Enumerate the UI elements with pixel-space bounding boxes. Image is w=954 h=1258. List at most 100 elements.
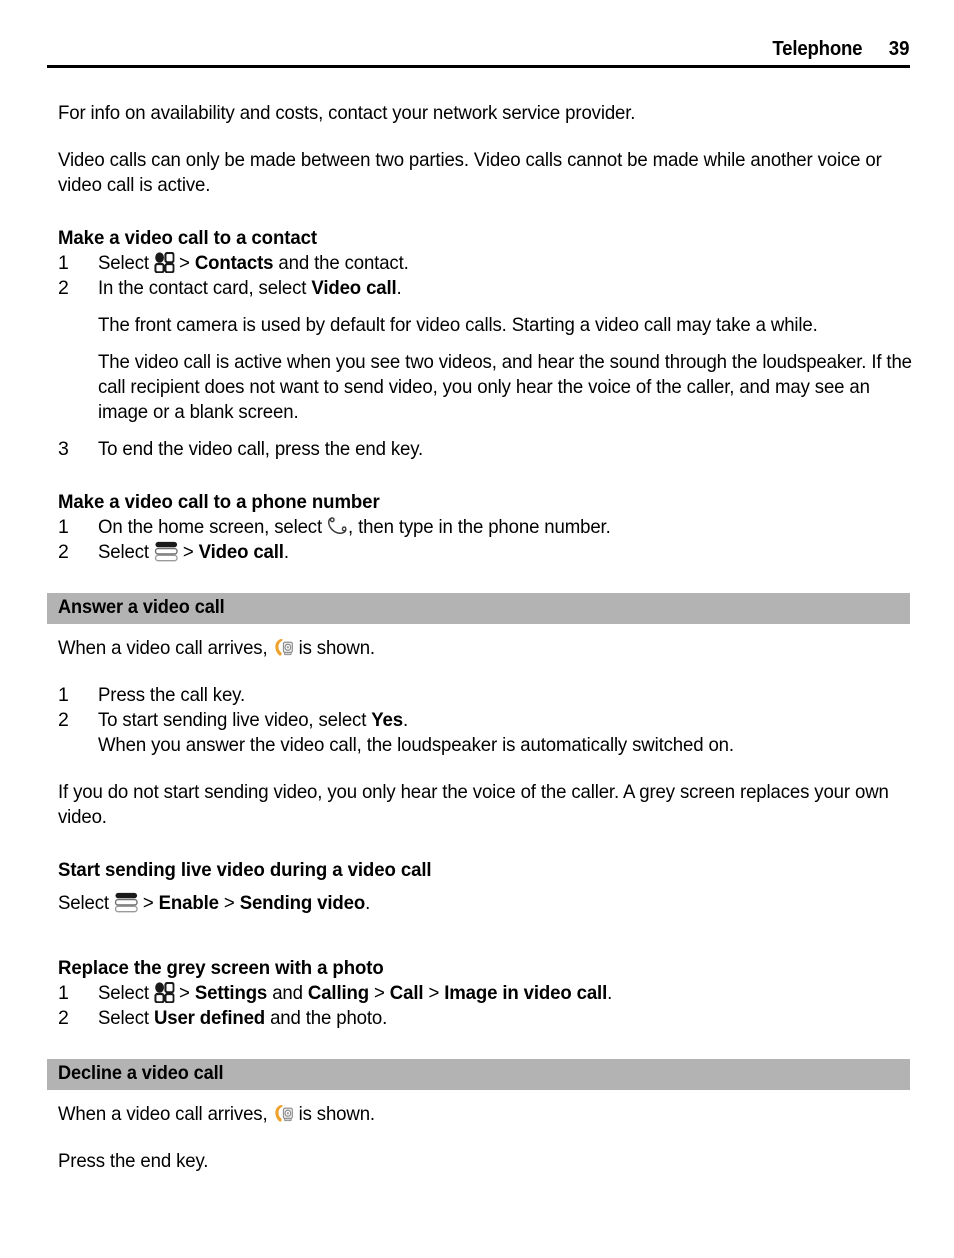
select-label: Select	[58, 892, 109, 914]
step-lead: On the home screen, select	[98, 516, 323, 538]
step-separator: >	[179, 982, 190, 1004]
step-separator: >	[374, 982, 385, 1004]
step-text: In the contact card, select Video call.	[98, 276, 910, 301]
step-number: 3	[58, 438, 69, 460]
step-text: Select > Settings and Calling > Call > I…	[98, 981, 910, 1006]
options-menu-icon	[154, 541, 178, 562]
header-content: Telephone 39	[769, 38, 910, 61]
note-video-call-active: The video call is active when you see tw…	[58, 350, 912, 425]
note-text: The front camera is used by default for …	[98, 314, 818, 336]
ui-term-settings: Settings	[194, 982, 268, 1004]
step-text: Select > Video call.	[98, 540, 910, 565]
ui-term-call: Call	[389, 982, 424, 1004]
step-separator: >	[428, 982, 440, 1004]
step-item: 2 Select User defined and the photo.	[58, 1006, 910, 1031]
step-item: 2 In the contact card, select Video call…	[58, 276, 910, 301]
step-tail: and the contact.	[278, 252, 409, 274]
step-tail: .	[396, 277, 402, 299]
manual-page: Telephone 39 For info on availability an…	[0, 0, 954, 1258]
heading-video-call-to-contact: Make a video call to a contact	[58, 227, 317, 249]
step-tail: .	[402, 709, 409, 731]
step-number: 2	[58, 541, 69, 563]
step-separator: >	[179, 252, 190, 274]
live-video-instruction: Select > Enable > Sending video.	[58, 891, 910, 916]
step-lead: To start sending live video, select	[98, 709, 367, 731]
step-text: To start sending live video, select Yes.	[98, 708, 910, 733]
step-text: Select User defined and the photo.	[98, 1006, 910, 1031]
ui-term-calling: Calling	[307, 982, 369, 1004]
intro-tail: is shown.	[298, 637, 375, 659]
step-text: Select > Contacts and the contact.	[98, 251, 910, 276]
step-number: 2	[58, 1007, 69, 1029]
phone-handset-icon	[327, 516, 348, 536]
page-content: For info on availability and costs, cont…	[47, 101, 912, 1174]
ui-term-yes: Yes	[371, 709, 403, 731]
note-text: The video call is active when you see tw…	[98, 351, 912, 423]
step-tail: .	[607, 982, 613, 1004]
step-tail: , then type in the phone number.	[348, 516, 611, 538]
section-band-answer-video-call: Answer a video call	[47, 593, 910, 624]
step-item: 2 Select > Video call.	[58, 540, 910, 565]
note-loudspeaker: When you answer the video call, the loud…	[58, 733, 910, 758]
section-band-decline-video-call: Decline a video call	[47, 1059, 910, 1090]
step-conjunction: and	[272, 982, 303, 1004]
video-call-icon	[273, 637, 294, 659]
steps-video-call-to-number: 1 On the home screen, select , then type…	[58, 515, 910, 565]
steps-replace-grey-screen: 1 Select > Settings and Calling > Call >…	[58, 981, 910, 1031]
step-number: 2	[58, 709, 69, 731]
ui-term-sending-video: Sending video	[239, 892, 366, 914]
step-item: 1 Select > Contacts and the contact.	[58, 251, 910, 276]
decline-outro-paragraph: Press the end key.	[58, 1150, 209, 1172]
intro-paragraph-2: Video calls can only be made between two…	[58, 149, 882, 196]
ui-term-contacts: Contacts	[194, 252, 274, 274]
intro-lead: When a video call arrives,	[58, 637, 268, 659]
page-number: 39	[888, 38, 910, 60]
step-number: 1	[58, 982, 69, 1004]
intro-lead: When a video call arrives,	[58, 1103, 268, 1125]
video-call-icon	[273, 1103, 294, 1125]
intro-tail: is shown.	[298, 1103, 375, 1125]
step-text: Press the call key.	[98, 684, 246, 706]
band-heading: Answer a video call	[58, 597, 225, 618]
step-select-label: Select	[98, 1007, 149, 1029]
step-item: 3 To end the video call, press the end k…	[58, 437, 910, 462]
step-tail: .	[283, 541, 289, 563]
menu-grid-icon	[153, 251, 175, 274]
intro-paragraph-1: For info on availability and costs, cont…	[58, 102, 636, 124]
step-item: 2 To start sending live video, select Ye…	[58, 708, 910, 733]
step-select-label: Select	[98, 252, 149, 274]
step-select-label: Select	[98, 541, 149, 563]
ui-term-video-call: Video call	[198, 541, 284, 563]
step-item: 1 Select > Settings and Calling > Call >…	[58, 981, 910, 1006]
step-text: To end the video call, press the end key…	[98, 438, 424, 460]
page-header: Telephone 39	[47, 36, 910, 68]
ui-term-enable: Enable	[158, 892, 219, 914]
band-heading: Decline a video call	[58, 1063, 224, 1084]
step-text: On the home screen, select , then type i…	[98, 515, 910, 540]
note-front-camera: The front camera is used by default for …	[58, 313, 910, 338]
step-number: 1	[58, 684, 69, 706]
step-lead: In the contact card, select	[98, 277, 307, 299]
answer-outro-paragraph: If you do not start sending video, you o…	[58, 781, 889, 828]
separator: >	[142, 892, 154, 914]
ui-term-image-in-video-call: Image in video call	[444, 982, 608, 1004]
steps-answer-video-call: 1 Press the call key. 2 To start sending…	[58, 683, 910, 733]
steps-video-call-to-contact-end: 3 To end the video call, press the end k…	[58, 437, 910, 462]
step-number: 2	[58, 277, 69, 299]
menu-grid-icon	[153, 981, 175, 1004]
separator: >	[223, 892, 235, 914]
decline-intro-line: When a video call arrives, is shown.	[58, 1102, 910, 1127]
step-number: 1	[58, 252, 69, 274]
steps-video-call-to-contact: 1 Select > Contacts and the contact. 2 I…	[58, 251, 910, 301]
heading-replace-grey-screen: Replace the grey screen with a photo	[58, 957, 384, 979]
options-menu-icon	[114, 892, 138, 913]
ui-term-video-call: Video call	[311, 277, 397, 299]
step-item: 1 Press the call key.	[58, 683, 910, 708]
step-item: 1 On the home screen, select , then type…	[58, 515, 910, 540]
line-tail: .	[365, 892, 371, 914]
note-text: When you answer the video call, the loud…	[98, 734, 734, 756]
step-select-label: Select	[98, 982, 149, 1004]
heading-video-call-to-number: Make a video call to a phone number	[58, 491, 380, 513]
header-chapter-title: Telephone	[772, 38, 863, 60]
heading-start-live-video: Start sending live video during a video …	[58, 859, 432, 881]
